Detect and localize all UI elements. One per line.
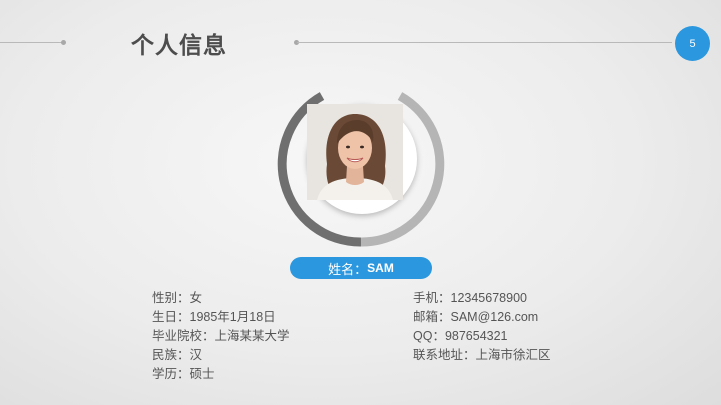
name-badge: 姓名： SAM — [290, 257, 432, 279]
header-line-left — [0, 42, 63, 43]
info-address: 联系地址：上海市徐汇区 — [413, 348, 551, 362]
name-label: 姓名： — [328, 261, 368, 277]
info-ethnicity: 民族：汉 — [152, 348, 203, 362]
avatar-frame — [307, 104, 417, 214]
info-qq: QQ：987654321 — [413, 329, 508, 343]
slide: 个人信息 5 姓名： SAM 性别：女 生日：1985年1月18日 毕业院校：上… — [0, 0, 721, 405]
avatar — [307, 104, 410, 207]
avatar-ring — [272, 87, 450, 247]
name-value: SAM — [367, 261, 394, 275]
portrait-icon — [307, 104, 403, 200]
info-school: 毕业院校：上海某某大学 — [152, 329, 290, 343]
info-phone: 手机：12345678900 — [413, 291, 527, 305]
info-list-right: 手机：12345678900 邮箱：SAM@126.com QQ：9876543… — [413, 289, 551, 365]
info-birthday: 生日：1985年1月18日 — [152, 310, 276, 324]
page-number-badge: 5 — [675, 26, 710, 61]
page-title: 个人信息 — [131, 32, 227, 58]
info-list-left: 性别：女 生日：1985年1月18日 毕业院校：上海某某大学 民族：汉 学历：硕… — [152, 289, 290, 384]
header-dot-left — [61, 40, 66, 45]
info-email: 邮箱：SAM@126.com — [413, 310, 539, 324]
info-gender: 性别：女 — [152, 291, 203, 305]
info-education: 学历：硕士 — [152, 367, 215, 381]
header-line-right — [297, 42, 672, 43]
